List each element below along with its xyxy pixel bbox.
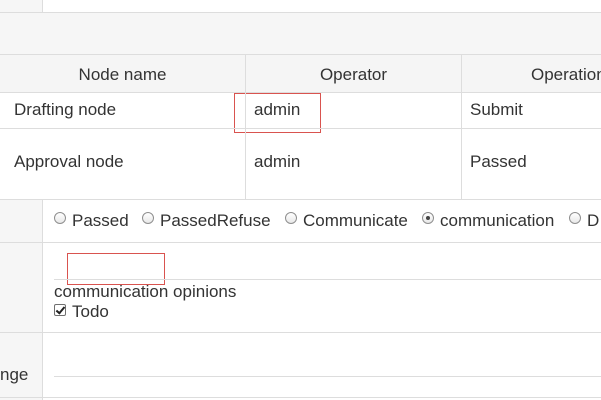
header-node-name: Node name — [78, 65, 167, 84]
radio-communication[interactable] — [422, 212, 434, 224]
radio-passed-label[interactable]: Passed — [72, 211, 129, 231]
row2-node-name: Approval node — [14, 152, 124, 171]
row1-node-name: Drafting node — [14, 100, 117, 119]
row2-operator: admin — [254, 152, 301, 171]
person-select-highlight[interactable] — [67, 253, 165, 285]
todo-label[interactable]: Todo — [72, 302, 109, 322]
row2-operation: Passed — [470, 152, 527, 171]
radio-option-d-label[interactable]: D — [587, 211, 599, 231]
row1-operation: Submit — [470, 100, 523, 119]
radio-option-d[interactable] — [569, 212, 581, 224]
row1-operator-highlight — [234, 93, 321, 133]
radio-communication-label[interactable]: communication — [440, 211, 554, 231]
communication-opinions-label: communication opinions — [54, 282, 237, 301]
opinions-underline — [54, 279, 601, 280]
radio-passed[interactable] — [54, 212, 66, 224]
top-left-gray-cell — [0, 0, 42, 12]
change-label-partial: nge — [0, 365, 29, 384]
radio-communicate-label[interactable]: Communicate — [303, 211, 408, 231]
radio-passed-refuse[interactable] — [142, 212, 154, 224]
section-band — [0, 13, 601, 54]
radio-passed-refuse-label[interactable]: PassedRefuse — [160, 211, 271, 231]
radio-communicate[interactable] — [285, 212, 297, 224]
header-operation: Operation — [531, 65, 601, 84]
header-operator: Operator — [319, 65, 388, 84]
bottom-input-underline — [54, 376, 601, 377]
todo-checkbox[interactable] — [54, 304, 66, 316]
top-divider — [42, 0, 43, 12]
